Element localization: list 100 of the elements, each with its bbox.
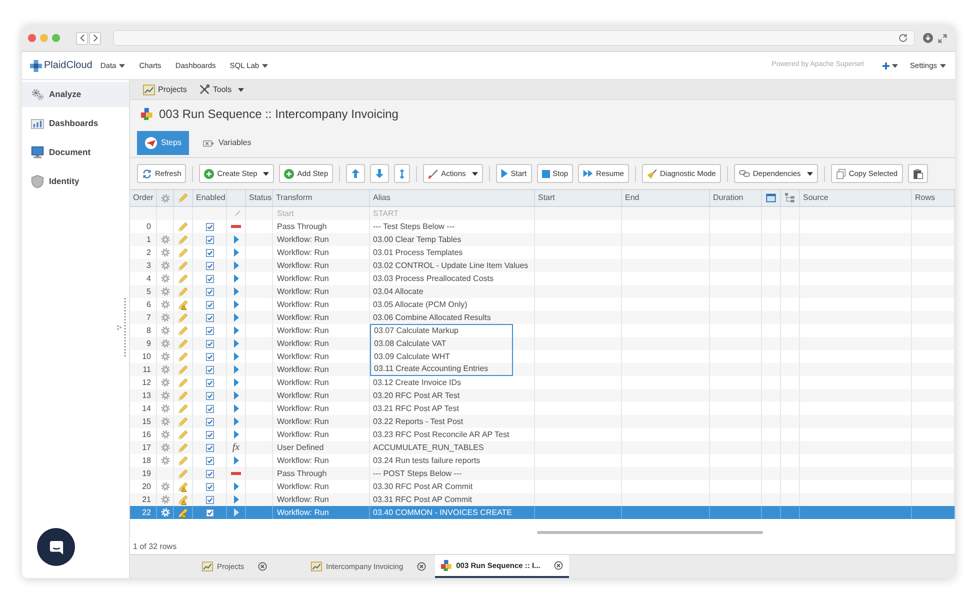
pencil-icon[interactable]	[178, 248, 188, 258]
table-row[interactable]: 3 Workflow: Run 03.02 CONTROL - Update Line Item Values	[130, 259, 955, 272]
menu-item[interactable]: Tools	[198, 84, 244, 96]
table-row[interactable]: 11 Workflow: Run 03.11 Create Accounting Entries	[130, 363, 955, 376]
pencil-icon[interactable]	[178, 442, 188, 452]
pencil-icon[interactable]	[178, 430, 188, 440]
pencil-icon[interactable]	[178, 222, 188, 232]
checkbox[interactable]	[206, 340, 214, 348]
toolbar-button[interactable]	[370, 164, 390, 183]
pencil-icon[interactable]	[178, 416, 188, 426]
pencil-icon[interactable]	[178, 326, 188, 336]
column-header[interactable]: Duration	[710, 190, 762, 206]
pencil-warning-icon[interactable]	[178, 482, 188, 492]
toolbar-button[interactable]	[394, 164, 410, 183]
chart-icon	[202, 561, 213, 572]
chevron-left-icon	[80, 34, 84, 42]
reload-icon[interactable]	[898, 33, 908, 43]
checkbox[interactable]	[206, 430, 214, 438]
toolbar-button[interactable]	[908, 164, 928, 183]
table-row[interactable]: 5 Workflow: Run 03.04 Allocate	[130, 285, 955, 298]
checkbox[interactable]	[206, 404, 214, 412]
resize-handle-icon[interactable]	[116, 298, 127, 358]
toolbar-button[interactable]	[346, 164, 366, 183]
pencil-icon[interactable]	[178, 312, 188, 322]
forward-button[interactable]	[89, 32, 101, 44]
pencil-icon[interactable]	[178, 378, 188, 388]
pencil-icon[interactable]	[178, 260, 188, 270]
column-header[interactable]: Order	[130, 190, 157, 206]
table-cell-text: 03.40 COMMON - INVOICES CREATE	[372, 506, 513, 518]
menu-item[interactable]: Projects	[143, 84, 187, 96]
pencil-icon[interactable]	[178, 404, 188, 414]
sidebar-item[interactable]: Identity	[22, 169, 129, 194]
checkbox[interactable]	[206, 236, 214, 244]
stop-icon	[542, 170, 550, 178]
table-row[interactable]: 13 Workflow: Run 03.20 RFC Post AR Test	[130, 389, 955, 402]
close-icon[interactable]	[417, 562, 426, 571]
pencil-icon[interactable]	[178, 234, 188, 244]
checkbox[interactable]	[206, 314, 214, 322]
pencil-icon[interactable]	[178, 286, 188, 296]
tools-icon	[198, 84, 210, 95]
pencil-icon[interactable]	[178, 338, 188, 348]
column-header[interactable]: Enabled	[193, 190, 227, 206]
checkbox[interactable]	[206, 508, 214, 516]
scrollbar-thumb[interactable]	[537, 531, 763, 534]
pencil-icon[interactable]	[178, 274, 188, 284]
pencil-icon[interactable]	[178, 468, 188, 478]
pencil-icon[interactable]	[178, 364, 188, 374]
checkbox[interactable]	[206, 456, 214, 464]
table-row[interactable]: 9 Workflow: Run 03.08 Calculate VAT	[130, 337, 955, 350]
pencil-icon[interactable]	[178, 390, 188, 400]
checkbox[interactable]	[206, 444, 214, 452]
table-row[interactable]: 7 Workflow: Run 03.06 Combine Allocated Results	[130, 311, 955, 324]
checkbox[interactable]	[206, 222, 214, 230]
column-header[interactable]: Start	[535, 190, 622, 206]
sidebar-item[interactable]: Document	[22, 140, 129, 165]
plus-circle-icon	[204, 168, 214, 178]
checkbox[interactable]	[206, 288, 214, 296]
checkbox[interactable]	[206, 378, 214, 386]
column-header[interactable]: Status	[246, 190, 273, 206]
checkbox[interactable]	[206, 248, 214, 256]
fullscreen-icon[interactable]	[938, 34, 947, 42]
download-icon[interactable]	[923, 33, 933, 43]
refresh-icon	[142, 168, 152, 178]
checkbox[interactable]	[206, 482, 214, 490]
column-header[interactable]: End	[622, 190, 710, 206]
column-header[interactable]: Rows	[912, 190, 955, 206]
table-row[interactable]: 15 Workflow: Run 03.22 Reports - Test Post	[130, 415, 955, 428]
table-cell-text: 03.20 RFC Post AR Test	[372, 390, 461, 402]
sidebar-item[interactable]: Dashboards	[22, 111, 129, 136]
table-row[interactable]: 1 Workflow: Run 03.00 Clear Temp Tables	[130, 233, 955, 246]
column-header[interactable]: Source	[800, 190, 912, 206]
arrow-up-icon	[351, 169, 360, 178]
checkbox[interactable]	[206, 470, 214, 478]
checkbox[interactable]	[206, 418, 214, 426]
checkbox[interactable]	[206, 262, 214, 270]
checkbox[interactable]	[206, 392, 214, 400]
checkbox[interactable]	[206, 352, 214, 360]
close-icon[interactable]	[258, 562, 268, 571]
close-window-icon[interactable]	[28, 34, 36, 42]
add-menu-button[interactable]	[882, 62, 898, 70]
sidebar-item[interactable]: Analyze	[22, 82, 129, 107]
pencil-warning-icon[interactable]	[178, 494, 188, 504]
table-cell-text: 03.05 Allocate (PCM Only)	[372, 298, 468, 311]
tab[interactable]: Variables	[195, 131, 260, 155]
pencil-warning-icon[interactable]	[178, 300, 188, 310]
table-row[interactable]: 21 Workflow: Run 03.31 RFC Post AP Commit	[130, 493, 955, 506]
pencil-icon[interactable]	[178, 352, 188, 362]
table-row[interactable]: 17 fx User Defined ACCUMULATE_RUN_TABLES	[130, 441, 955, 454]
pencil-warning-icon[interactable]	[178, 508, 188, 518]
pencil-icon[interactable]	[178, 456, 188, 466]
close-icon[interactable]	[554, 561, 564, 570]
checkbox[interactable]	[206, 326, 214, 334]
checkbox[interactable]	[206, 496, 214, 504]
back-button[interactable]	[76, 32, 88, 44]
checkbox[interactable]	[206, 300, 214, 308]
table-row[interactable]: 19 Pass Through --- POST Steps Below ---	[130, 467, 955, 480]
checkbox[interactable]	[206, 274, 214, 282]
column-header[interactable]: Transform	[273, 190, 370, 206]
checkbox[interactable]	[206, 366, 214, 374]
column-header[interactable]: Alias	[370, 190, 535, 206]
